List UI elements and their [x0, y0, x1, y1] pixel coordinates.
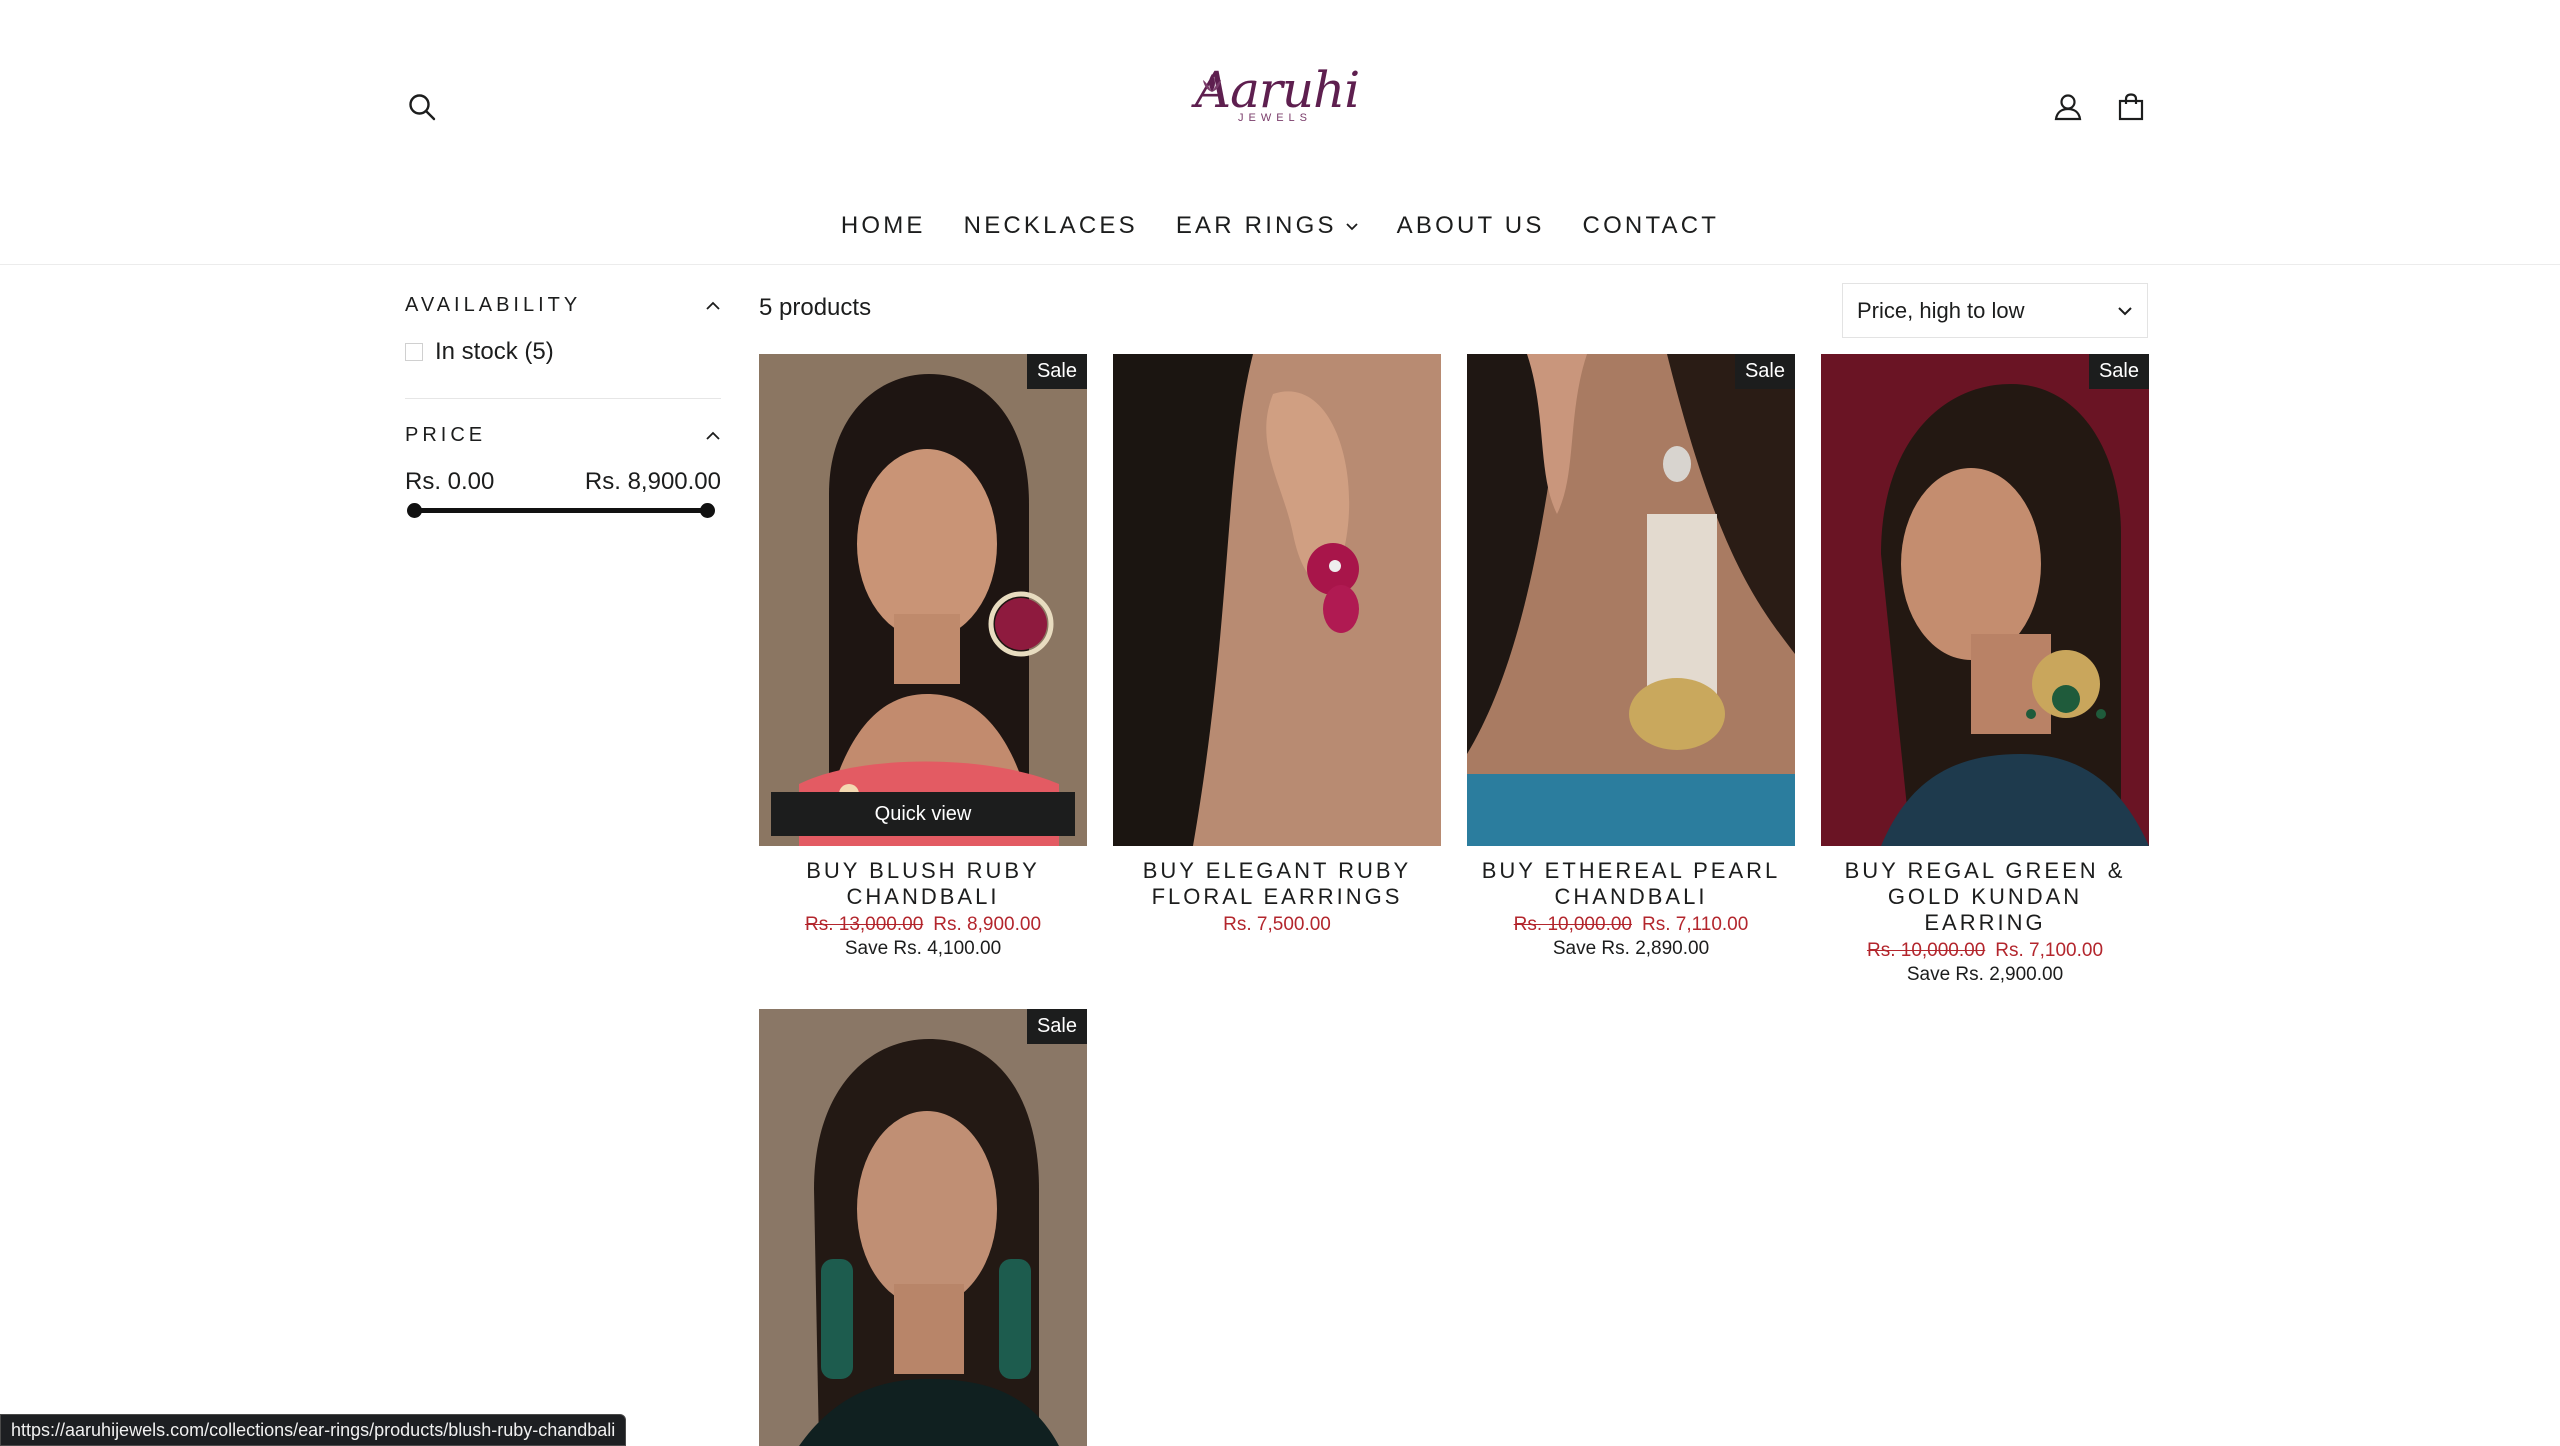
account-icon[interactable]: [2045, 84, 2091, 130]
sale-price: Rs. 7,100.00: [1995, 940, 2104, 961]
search-icon[interactable]: [399, 84, 445, 130]
compare-price: Rs. 10,000.00: [1513, 914, 1632, 935]
price-slider-max-handle[interactable]: [700, 503, 715, 518]
chevron-up-icon: [706, 431, 720, 440]
in-stock-filter[interactable]: In stock (5): [405, 338, 554, 366]
sale-badge: Sale: [1026, 1009, 1087, 1044]
nav-about-us[interactable]: ABOUT US: [1397, 212, 1545, 240]
sale-badge: Sale: [2088, 354, 2149, 389]
nav-contact-label: CONTACT: [1582, 212, 1720, 239]
site-logo[interactable]: Aaruhi JEWELS: [1195, 64, 1360, 134]
nav-necklaces-label: NECKLACES: [963, 212, 1138, 239]
product-count: 5 products: [759, 294, 872, 321]
price-slider-track: [413, 508, 709, 513]
nav-ear-rings-label: EAR RINGS: [1175, 212, 1337, 239]
price-filter-toggle[interactable]: PRICE: [405, 424, 721, 447]
site-header: Aaruhi JEWELS HOME NECKLACES EAR RINGS A…: [0, 0, 2560, 265]
product-card-blush-ruby-chandbali[interactable]: Sale Quick view BUY BLUSH RUBY CHANDBALI…: [759, 354, 1087, 960]
ear-closeup-photo: [1113, 354, 1441, 846]
filter-divider: [405, 398, 721, 399]
product-image[interactable]: Sale: [1821, 354, 2149, 846]
product-card-elegant-ruby-floral[interactable]: BUY ELEGANT RUBY FLORAL EARRINGS Rs. 7,5…: [1113, 354, 1441, 936]
savings-text: Save Rs. 2,900.00: [1906, 964, 2064, 985]
product-image[interactable]: [1113, 354, 1441, 846]
product-prices: Rs. 13,000.00 Rs. 8,900.00: [759, 914, 1087, 936]
product-prices: Rs. 7,500.00: [1113, 914, 1441, 936]
sale-price: Rs. 7,110.00: [1641, 914, 1749, 935]
product-title[interactable]: BUY ETHEREAL PEARL CHANDBALI: [1467, 858, 1795, 910]
compare-price: Rs. 10,000.00: [1866, 940, 1986, 961]
chevron-down-icon: [1346, 223, 1358, 231]
nav-home-label: HOME: [840, 212, 926, 239]
product-image[interactable]: Sale Quick view: [759, 354, 1087, 846]
availability-filter-title: AVAILABILITY: [405, 294, 582, 316]
model-earring-photo: [1821, 354, 2149, 846]
product-image[interactable]: Sale: [759, 1009, 1087, 1446]
price-slider-min-handle[interactable]: [407, 503, 422, 518]
product-card-regal-green-gold-kundan[interactable]: Sale BUY REGAL GREEN & GOLD KUNDAN EARRI…: [1821, 354, 2149, 986]
sort-selected-value: Price, high to low: [1857, 297, 2025, 323]
nav-contact[interactable]: CONTACT: [1583, 212, 1720, 240]
product-card-green-earring[interactable]: Sale: [759, 1009, 1087, 1446]
price-max: Rs. 8,900.00: [584, 468, 721, 495]
savings-text: Save Rs. 2,890.00: [1552, 938, 1710, 959]
lotus-icon: [1203, 74, 1221, 92]
main-nav: HOME NECKLACES EAR RINGS ABOUT US CONTAC…: [0, 212, 2560, 240]
product-prices: Rs. 10,000.00 Rs. 7,110.00: [1467, 914, 1795, 936]
in-stock-checkbox[interactable]: [405, 343, 423, 361]
price-slider[interactable]: [407, 500, 715, 522]
price-filter-title: PRICE: [405, 424, 487, 446]
compare-price: Rs. 13,000.00: [804, 914, 924, 935]
product-title[interactable]: BUY BLUSH RUBY CHANDBALI: [759, 858, 1087, 910]
link-status-bar: https://aaruhijewels.com/collections/ear…: [0, 1414, 627, 1446]
product-title[interactable]: BUY REGAL GREEN & GOLD KUNDAN EARRING: [1821, 858, 2149, 936]
nav-necklaces[interactable]: NECKLACES: [964, 212, 1138, 240]
sale-badge: Sale: [1734, 354, 1795, 389]
savings-text: Save Rs. 4,100.00: [844, 938, 1002, 959]
nav-home[interactable]: HOME: [841, 212, 926, 240]
sale-badge: Sale: [1026, 354, 1087, 389]
product-prices: Rs. 10,000.00 Rs. 7,100.00: [1821, 940, 2149, 962]
product-title[interactable]: BUY ELEGANT RUBY FLORAL EARRINGS: [1113, 858, 1441, 910]
product-image[interactable]: Sale: [1467, 354, 1795, 846]
model-earring-photo: [1467, 354, 1795, 846]
quick-view-button[interactable]: Quick view: [771, 792, 1075, 836]
nav-ear-rings[interactable]: EAR RINGS: [1176, 212, 1359, 240]
chevron-up-icon: [706, 301, 720, 310]
sale-price: Rs. 8,900.00: [933, 914, 1042, 935]
in-stock-label: In stock (5): [435, 338, 554, 365]
product-card-ethereal-pearl-chandbali[interactable]: Sale BUY ETHEREAL PEARL CHANDBALI Rs. 10…: [1467, 354, 1795, 960]
model-earring-photo: [759, 1009, 1087, 1446]
price-range-values: Rs. 0.00 Rs. 8,900.00: [405, 468, 721, 496]
availability-filter-toggle[interactable]: AVAILABILITY: [405, 294, 721, 317]
sort-select[interactable]: Price, high to low: [1842, 283, 2148, 338]
nav-about-us-label: ABOUT US: [1396, 212, 1545, 239]
cart-icon[interactable]: [2108, 84, 2154, 130]
model-earring-photo: [759, 354, 1087, 846]
price-min: Rs. 0.00: [405, 468, 495, 495]
sale-price: Rs. 7,500.00: [1223, 914, 1331, 935]
chevron-down-icon: [2118, 306, 2132, 315]
